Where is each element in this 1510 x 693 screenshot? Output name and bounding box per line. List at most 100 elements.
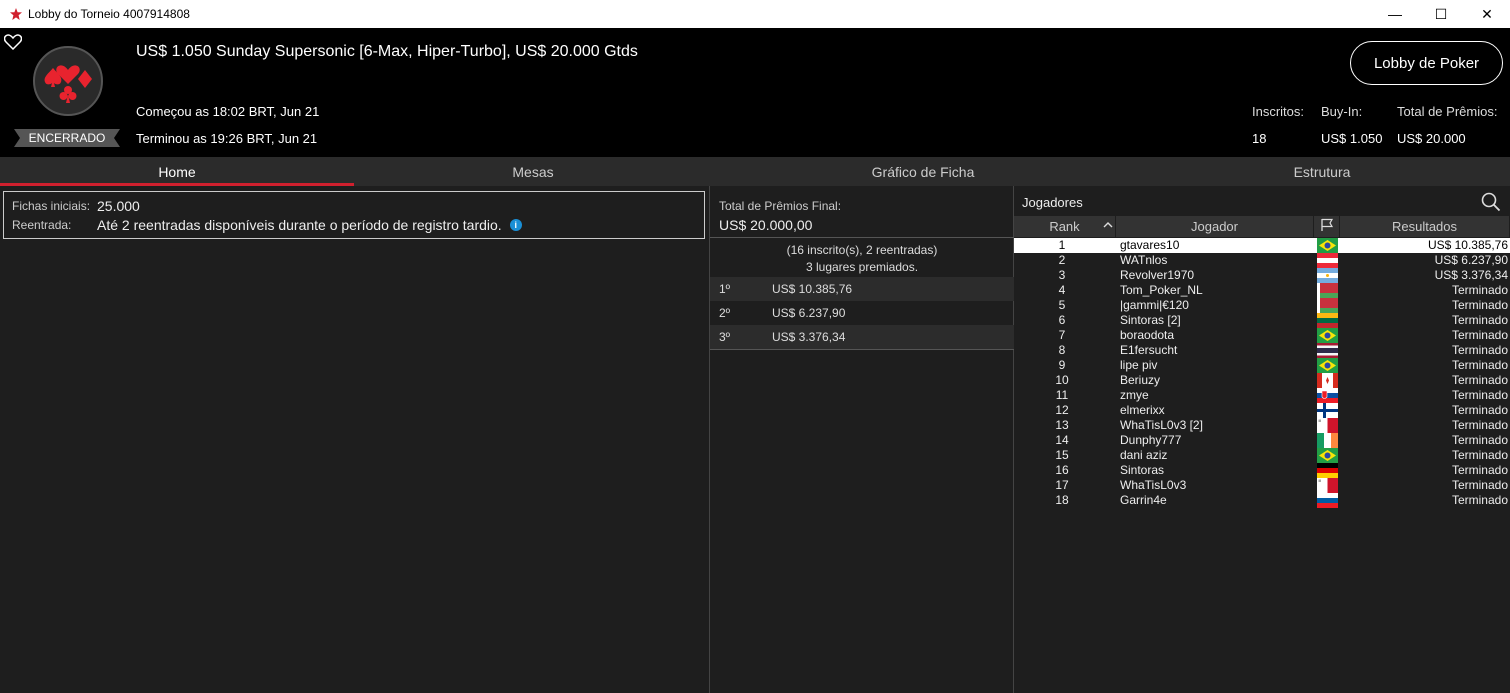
player-name: Tom_Poker_NL — [1120, 283, 1203, 297]
player-rank: 12 — [1055, 403, 1069, 417]
divider — [710, 349, 1014, 350]
player-name: gtavares10 — [1120, 238, 1180, 252]
divider — [710, 237, 1014, 238]
favorite-heart-icon[interactable] — [3, 34, 23, 51]
tournament-header: ENCERRADO US$ 1.050 Sunday Supersonic [6… — [0, 28, 1510, 157]
player-rank: 16 — [1055, 463, 1069, 477]
window-titlebar: Lobby do Torneio 4007914808 — ☐ ✕ — [0, 0, 1510, 28]
player-rank: 15 — [1055, 448, 1069, 462]
brazil-flag-icon — [1317, 448, 1338, 463]
player-result: US$ 3.376,34 — [1434, 268, 1508, 282]
player-row[interactable]: 14 Dunphy777 Terminado — [1014, 433, 1510, 448]
player-row[interactable]: 18 Garrin4e Terminado — [1014, 493, 1510, 509]
prize-position: 1º — [719, 282, 731, 296]
argentina-flag-icon — [1317, 268, 1338, 284]
results-column-header[interactable]: Resultados — [1340, 216, 1510, 237]
player-row[interactable]: 16 Sintoras Terminado — [1014, 463, 1510, 479]
player-result: Terminado — [1451, 433, 1508, 447]
player-row[interactable]: 12 elmerixx Terminado — [1014, 403, 1510, 418]
slovakia-flag-icon — [1317, 388, 1338, 404]
player-rank: 1 — [1058, 238, 1066, 252]
player-name: boraodota — [1120, 328, 1175, 342]
player-result: Terminado — [1451, 448, 1508, 462]
prize-pool-label: Total de Prêmios: — [1397, 104, 1498, 119]
window-title: Lobby do Torneio 4007914808 — [28, 7, 190, 21]
player-row[interactable]: 9 lipe piv Terminado — [1014, 358, 1510, 373]
minimize-button[interactable]: — — [1372, 0, 1418, 28]
end-time: Terminou as 19:26 BRT, Jun 21 — [136, 131, 318, 146]
sort-ascending-icon[interactable] — [1103, 218, 1113, 233]
reentry-row: Reentrada: Até 2 reentradas disponíveis … — [12, 217, 522, 233]
tab-tables[interactable]: Mesas — [354, 157, 712, 186]
reentry-value: Até 2 reentradas disponíveis durante o p… — [97, 217, 502, 233]
tournament-suits-logo-icon — [33, 46, 103, 116]
player-rank: 17 — [1055, 478, 1069, 492]
maximize-button[interactable]: ☐ — [1418, 0, 1464, 28]
tab-home[interactable]: Home — [0, 157, 354, 186]
player-name: zmye — [1120, 388, 1149, 402]
player-name: WATnlos — [1120, 253, 1168, 267]
starting-chips-label: Fichas iniciais: — [12, 199, 91, 213]
player-name: WhaTisL0v3 [2] — [1120, 418, 1203, 432]
player-rank: 14 — [1055, 433, 1069, 447]
player-result: Terminado — [1451, 478, 1508, 492]
prize-pool-value: US$ 20.000 — [1397, 131, 1466, 146]
info-icon[interactable]: i — [509, 219, 522, 231]
player-name: WhaTisL0v3 — [1120, 478, 1187, 492]
belarus-flag-icon — [1317, 283, 1338, 298]
rank-header-label: Rank — [1049, 219, 1080, 234]
poker-lobby-button[interactable]: Lobby de Poker — [1350, 41, 1503, 85]
player-result: US$ 10.385,76 — [1427, 238, 1508, 252]
belarus-flag-icon — [1317, 298, 1338, 313]
tab-structure[interactable]: Estrutura — [1134, 157, 1510, 186]
player-rank: 10 — [1055, 373, 1069, 387]
player-result: Terminado — [1451, 418, 1508, 432]
search-icon[interactable] — [1481, 192, 1501, 212]
player-column-header[interactable]: Jogador — [1116, 216, 1314, 237]
player-name: Revolver1970 — [1120, 268, 1195, 282]
prize-amount: US$ 3.376,34 — [772, 330, 846, 344]
player-name: Sintoras [2] — [1120, 313, 1181, 327]
starting-chips-row: Fichas iniciais: 25.000 — [12, 198, 140, 214]
player-rank: 4 — [1058, 283, 1066, 297]
player-row[interactable]: 7 boraodota Terminado — [1014, 328, 1510, 343]
player-rank: 2 — [1058, 253, 1066, 267]
rank-column-header[interactable]: Rank — [1014, 216, 1116, 237]
germany-flag-icon — [1317, 463, 1338, 479]
player-row[interactable]: 6 Sintoras [2] Terminado — [1014, 313, 1510, 329]
prize-panel: Total de Prêmios Final: US$ 20.000,00 (1… — [709, 186, 1014, 693]
player-result: Terminado — [1451, 463, 1508, 477]
player-name: lipe piv — [1120, 358, 1158, 372]
tournament-info-box: Fichas iniciais: 25.000 Reentrada: Até 2… — [3, 191, 705, 239]
flag-icon — [1320, 218, 1334, 235]
thailand-flag-icon — [1317, 343, 1338, 359]
player-name: E1fersucht — [1120, 343, 1178, 357]
player-row[interactable]: 17 WhaTisL0v3 Terminado — [1014, 478, 1510, 493]
prize-row: 2º US$ 6.237,90 — [710, 301, 1014, 325]
tab-chip-graph[interactable]: Gráfico de Ficha — [712, 157, 1134, 186]
player-row[interactable]: 3 Revolver1970 US$ 3.376,34 — [1014, 268, 1510, 284]
player-row[interactable]: 13 WhaTisL0v3 [2] Terminado — [1014, 418, 1510, 433]
player-row[interactable]: 10 Beriuzy Terminado — [1014, 373, 1510, 388]
start-time: Começou as 18:02 BRT, Jun 21 — [136, 104, 320, 119]
player-rank: 9 — [1058, 358, 1066, 372]
player-row[interactable]: 8 E1fersucht Terminado — [1014, 343, 1510, 359]
malta-flag-icon — [1317, 478, 1339, 493]
player-result: Terminado — [1451, 283, 1508, 297]
player-row[interactable]: 11 zmye Terminado — [1014, 388, 1510, 404]
player-name: Dunphy777 — [1120, 433, 1182, 447]
close-button[interactable]: ✕ — [1464, 0, 1510, 28]
final-prize-value: US$ 20.000,00 — [719, 217, 813, 233]
player-result: Terminado — [1451, 373, 1508, 387]
players-title: Jogadores — [1022, 195, 1083, 210]
reentry-label: Reentrada: — [12, 218, 72, 232]
player-row[interactable]: 2 WATnlos US$ 6.237,90 — [1014, 253, 1510, 269]
player-row[interactable]: 4 Tom_Poker_NL Terminado — [1014, 283, 1510, 298]
prize-amount: US$ 10.385,76 — [772, 282, 853, 296]
country-column-header[interactable] — [1314, 216, 1340, 237]
player-row[interactable]: 15 dani aziz Terminado — [1014, 448, 1510, 463]
player-row[interactable]: 1 gtavares10 US$ 10.385,76 — [1014, 238, 1510, 253]
malta-flag-icon — [1317, 418, 1339, 433]
slovenia-flag-icon — [1317, 493, 1338, 509]
player-row[interactable]: 5 |gammi|€120 Terminado — [1014, 298, 1510, 313]
